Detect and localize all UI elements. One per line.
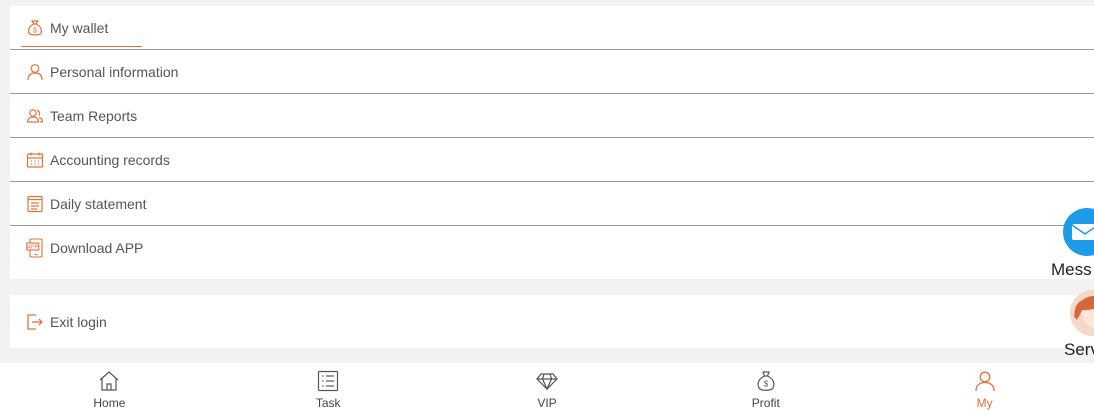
tab-my[interactable]: My	[875, 363, 1094, 411]
menu-item-daily-statement[interactable]: Daily statement	[10, 182, 1094, 226]
task-list-icon	[316, 369, 340, 393]
home-icon	[97, 369, 121, 393]
menu-item-label: My wallet	[50, 19, 109, 36]
money-bag-icon: $	[25, 18, 45, 38]
menu-item-label: Accounting records	[50, 151, 170, 168]
service-label: Serv	[1064, 340, 1094, 359]
menu-item-my-wallet[interactable]: $ My wallet	[10, 6, 1094, 50]
menu-item-label: Team Reports	[50, 107, 138, 124]
message-float-button[interactable]: Mess	[1051, 208, 1094, 280]
document-icon	[25, 194, 45, 214]
tab-task[interactable]: Task	[219, 363, 438, 411]
menu-item-download-app[interactable]: APP Download APP	[10, 226, 1094, 270]
app-icon: APP	[25, 238, 45, 258]
menu-item-team-reports[interactable]: Team Reports	[10, 94, 1094, 138]
tab-profit[interactable]: $ Profit	[656, 363, 875, 411]
service-float-button[interactable]: Serv	[1063, 288, 1094, 360]
exit-icon	[25, 312, 45, 332]
menu-item-label: Personal information	[50, 63, 179, 80]
tab-label: Home	[93, 396, 126, 410]
tab-label: Task	[315, 396, 341, 410]
tab-vip[interactable]: VIP	[438, 363, 657, 411]
tab-label: My	[976, 396, 993, 410]
menu-item-label: Daily statement	[50, 195, 147, 212]
diamond-icon	[535, 369, 559, 393]
message-bubble	[1063, 208, 1094, 256]
svg-text:$: $	[33, 27, 37, 34]
calendar-icon	[25, 150, 45, 170]
exit-card: Exit login	[10, 295, 1094, 348]
active-underline	[21, 46, 142, 47]
bottom-tab-bar: Home Task VIP $ Profit My	[0, 363, 1094, 411]
menu-card: $ My wallet Personal information Team Re…	[10, 6, 1094, 279]
tab-home[interactable]: Home	[0, 363, 219, 411]
tab-label: Profit	[751, 396, 780, 410]
exit-login-button[interactable]: Exit login	[10, 295, 1094, 348]
svg-text:APP: APP	[27, 245, 38, 251]
team-icon	[25, 106, 45, 126]
person-icon	[973, 369, 997, 393]
svg-text:$: $	[764, 380, 769, 389]
money-bag-icon: $	[754, 369, 778, 393]
envelope-icon	[1071, 224, 1094, 240]
message-label: Mess	[1051, 260, 1092, 279]
tab-label: VIP	[537, 396, 557, 410]
menu-item-label: Download APP	[50, 240, 144, 256]
person-icon	[25, 62, 45, 82]
menu-item-personal-information[interactable]: Personal information	[10, 50, 1094, 94]
service-avatar	[1070, 290, 1094, 336]
page: $ My wallet Personal information Team Re…	[0, 0, 1094, 411]
exit-login-label: Exit login	[50, 313, 107, 330]
menu-item-accounting-records[interactable]: Accounting records	[10, 138, 1094, 182]
